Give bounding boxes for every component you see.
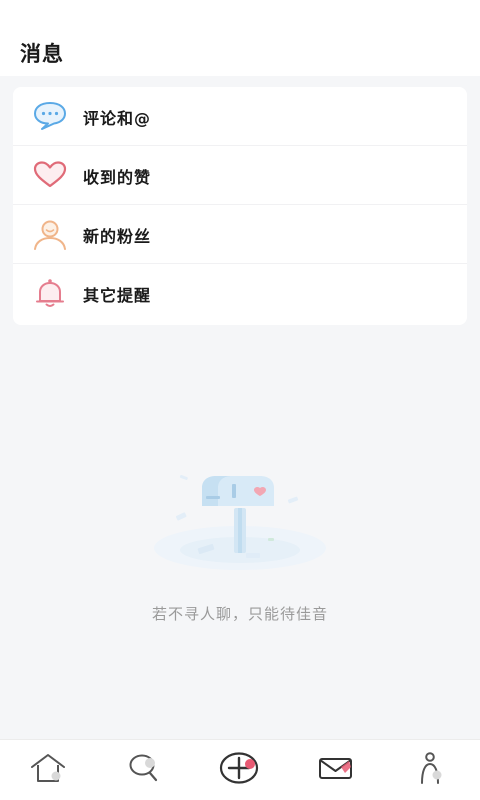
menu-item-label: 收到的赞 (83, 168, 152, 187)
heart-icon (32, 159, 68, 191)
comment-bubble-icon (32, 100, 68, 132)
nav-add[interactable] (210, 745, 270, 795)
add-icon (219, 751, 261, 789)
messages-screen: 消息 评论和@ 收到的赞 新的粉丝 其它提醒 若不寻人聊，只能待佳音 (0, 0, 480, 800)
menu-item-other-reminders[interactable]: 其它提醒 (13, 264, 467, 325)
empty-state-text: 若不寻人聊，只能待佳音 (151, 605, 328, 623)
menu-item-label: 其它提醒 (83, 286, 152, 305)
mailbox-illustration (150, 468, 330, 578)
menu-item-followers[interactable]: 新的粉丝 (13, 205, 467, 264)
menu-item-label: 新的粉丝 (83, 227, 152, 246)
menu-item-label: 评论和@ (83, 109, 152, 128)
menu-item-comments[interactable]: 评论和@ (13, 87, 467, 146)
mail-icon (317, 753, 355, 787)
message-category-list: 评论和@ 收到的赞 新的粉丝 其它提醒 (13, 87, 467, 325)
profile-icon (415, 751, 449, 789)
user-follower-icon (32, 218, 68, 250)
nav-home[interactable] (18, 745, 78, 795)
nav-messages[interactable] (306, 745, 366, 795)
home-icon (29, 752, 67, 788)
header: 消息 (0, 0, 480, 76)
page-title: 消息 (20, 42, 64, 66)
bottom-navigation (0, 739, 480, 800)
menu-item-likes[interactable]: 收到的赞 (13, 146, 467, 205)
search-icon (127, 752, 161, 788)
nav-profile[interactable] (402, 745, 462, 795)
bell-icon (32, 277, 68, 309)
nav-search[interactable] (114, 745, 174, 795)
